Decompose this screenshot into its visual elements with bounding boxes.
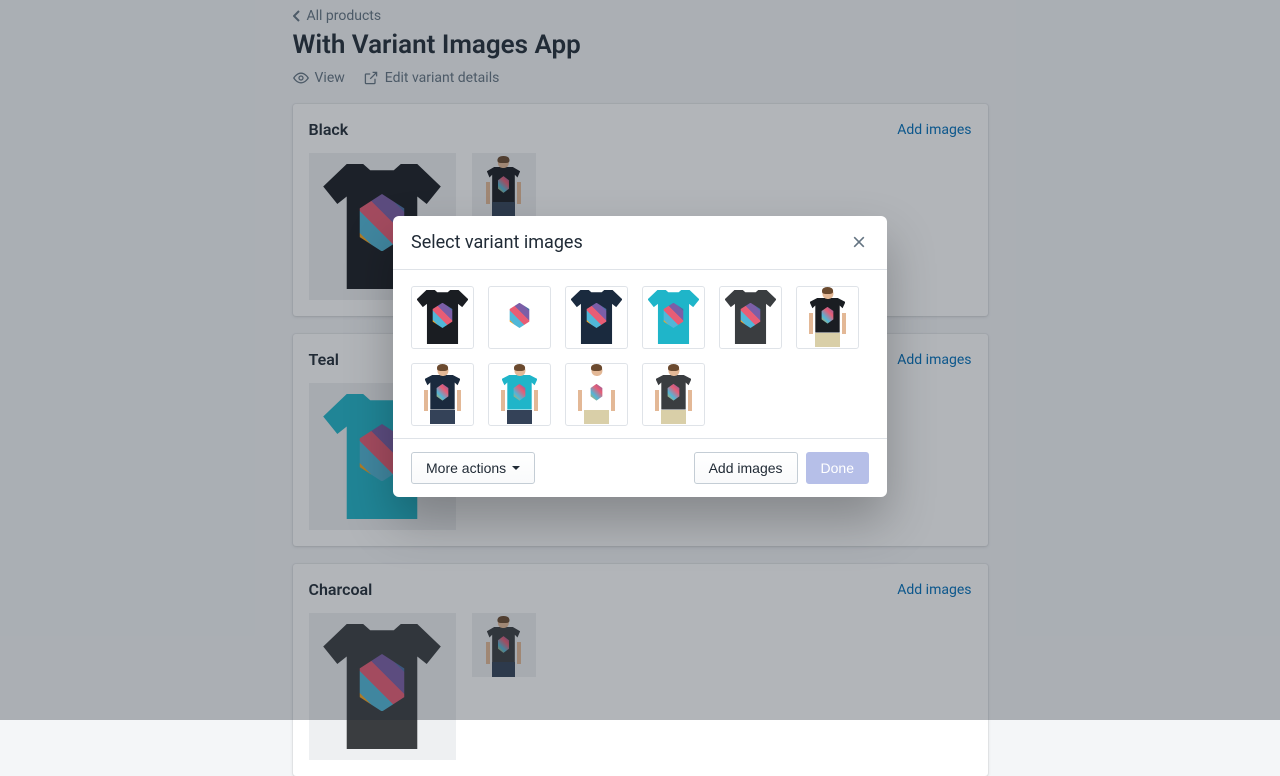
select-images-modal: Select variant images <box>393 216 887 497</box>
more-actions-button[interactable]: More actions <box>411 452 535 484</box>
modal-add-images-label: Add images <box>709 460 783 476</box>
image-option[interactable] <box>411 363 474 426</box>
modal-done-label: Done <box>821 460 854 476</box>
image-option[interactable] <box>796 286 859 349</box>
modal-close-button[interactable] <box>849 232 869 252</box>
modal-body <box>393 270 887 438</box>
image-option[interactable] <box>565 363 628 426</box>
image-option[interactable] <box>642 286 705 349</box>
image-option[interactable] <box>411 286 474 349</box>
image-option[interactable] <box>488 286 551 349</box>
modal-done-button[interactable]: Done <box>806 452 869 484</box>
modal-thumbnail-grid <box>411 286 869 426</box>
modal-footer: More actions Add images Done <box>393 438 887 497</box>
image-option[interactable] <box>565 286 628 349</box>
modal-add-images-button[interactable]: Add images <box>694 452 798 484</box>
close-icon <box>851 234 867 250</box>
image-option[interactable] <box>719 286 782 349</box>
image-option[interactable] <box>488 363 551 426</box>
image-option[interactable] <box>642 363 705 426</box>
modal-header: Select variant images <box>393 216 887 270</box>
modal-overlay[interactable]: Select variant images <box>0 0 1280 720</box>
modal-title: Select variant images <box>411 232 583 253</box>
more-actions-label: More actions <box>426 460 506 476</box>
